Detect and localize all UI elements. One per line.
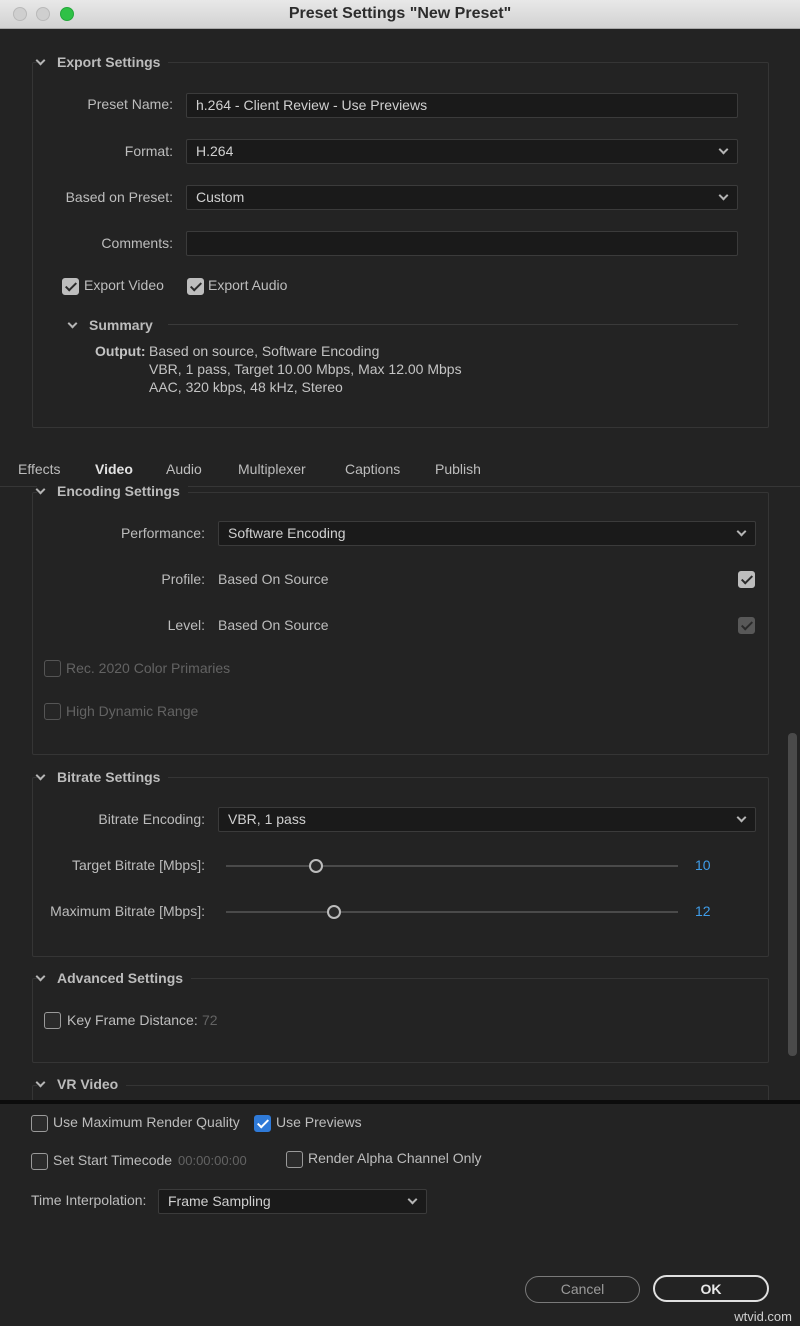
max-bitrate-value[interactable]: 12	[695, 903, 711, 919]
tab-captions[interactable]: Captions	[345, 461, 400, 477]
render-alpha-only-checkbox[interactable]	[286, 1151, 303, 1168]
chevron-down-icon	[719, 191, 729, 201]
hdr-checkbox[interactable]	[44, 703, 61, 720]
chevron-down-icon	[36, 972, 46, 982]
based-on-preset-dropdown[interactable]: Custom	[186, 185, 738, 210]
chevron-down-icon	[36, 771, 46, 781]
start-timecode-value[interactable]: 00:00:00:00	[178, 1153, 247, 1168]
tab-effects[interactable]: Effects	[18, 461, 61, 477]
use-previews-checkbox[interactable]	[254, 1115, 271, 1132]
chevron-down-icon	[36, 485, 46, 495]
tab-multiplexer[interactable]: Multiplexer	[238, 461, 306, 477]
time-interpolation-dropdown[interactable]: Frame Sampling	[158, 1189, 427, 1214]
ok-button[interactable]: OK	[653, 1275, 769, 1302]
time-interpolation-label: Time Interpolation:	[31, 1192, 146, 1208]
target-bitrate-label: Target Bitrate [Mbps]:	[40, 857, 205, 873]
title-bar: Preset Settings "New Preset"	[0, 0, 800, 29]
key-frame-distance-checkbox[interactable]	[44, 1012, 61, 1029]
level-value: Based On Source	[218, 617, 329, 633]
max-bitrate-label: Maximum Bitrate [Mbps]:	[40, 903, 205, 919]
set-start-timecode-label: Set Start Timecode	[53, 1152, 172, 1168]
use-previews-label: Use Previews	[276, 1114, 362, 1130]
format-dropdown[interactable]: H.264	[186, 139, 738, 164]
render-alpha-only-label: Render Alpha Channel Only	[308, 1150, 482, 1166]
bitrate-encoding-label: Bitrate Encoding:	[40, 811, 205, 827]
hdr-label: High Dynamic Range	[66, 703, 198, 719]
output-line: VBR, 1 pass, Target 10.00 Mbps, Max 12.0…	[149, 361, 462, 377]
export-audio-checkbox[interactable]	[187, 278, 204, 295]
summary-divider	[168, 324, 738, 325]
preset-name-label: Preset Name:	[40, 96, 173, 112]
comments-input[interactable]	[186, 231, 738, 256]
target-bitrate-value[interactable]: 10	[695, 857, 711, 873]
vr-video-header[interactable]: VR Video	[37, 1076, 126, 1092]
scrollbar-thumb[interactable]	[788, 733, 797, 1056]
output-label: Output:	[95, 343, 146, 359]
profile-checkbox[interactable]	[738, 571, 755, 588]
advanced-settings-header[interactable]: Advanced Settings	[37, 970, 191, 986]
based-on-preset-label: Based on Preset:	[40, 189, 173, 205]
set-start-timecode-checkbox[interactable]	[31, 1153, 48, 1170]
max-render-quality-label: Use Maximum Render Quality	[53, 1114, 240, 1130]
rec2020-label: Rec. 2020 Color Primaries	[66, 660, 230, 676]
preset-name-input[interactable]: h.264 - Client Review - Use Previews	[186, 93, 738, 118]
key-frame-distance-label: Key Frame Distance:	[67, 1012, 198, 1028]
export-settings-header[interactable]: Export Settings	[37, 54, 168, 70]
export-audio-label: Export Audio	[208, 277, 287, 293]
target-bitrate-slider[interactable]	[226, 865, 678, 867]
output-line: AAC, 320 kbps, 48 kHz, Stereo	[149, 379, 343, 395]
summary-header[interactable]: Summary	[69, 317, 161, 333]
tab-audio[interactable]: Audio	[166, 461, 202, 477]
chevron-down-icon	[68, 319, 78, 329]
chevron-down-icon	[737, 813, 747, 823]
encoding-settings-header[interactable]: Encoding Settings	[37, 483, 188, 499]
chevron-down-icon	[36, 1078, 46, 1088]
chevron-down-icon	[719, 145, 729, 155]
key-frame-distance-value[interactable]: 72	[202, 1012, 218, 1028]
level-label: Level:	[60, 617, 205, 633]
profile-label: Profile:	[60, 571, 205, 587]
tab-video[interactable]: Video	[95, 461, 133, 477]
chevron-down-icon	[737, 527, 747, 537]
rec2020-checkbox[interactable]	[44, 660, 61, 677]
export-video-label: Export Video	[84, 277, 164, 293]
window-title: Preset Settings "New Preset"	[0, 5, 800, 23]
output-line: Based on source, Software Encoding	[149, 343, 379, 359]
performance-label: Performance:	[60, 525, 205, 541]
profile-value: Based On Source	[218, 571, 329, 587]
tab-publish[interactable]: Publish	[435, 461, 481, 477]
cancel-button[interactable]: Cancel	[525, 1276, 640, 1303]
watermark: wtvid.com	[734, 1309, 792, 1324]
max-render-quality-checkbox[interactable]	[31, 1115, 48, 1132]
bitrate-settings-header[interactable]: Bitrate Settings	[37, 769, 168, 785]
comments-label: Comments:	[40, 235, 173, 251]
chevron-down-icon	[36, 56, 46, 66]
export-video-checkbox[interactable]	[62, 278, 79, 295]
max-bitrate-slider[interactable]	[226, 911, 678, 913]
level-checkbox[interactable]	[738, 617, 755, 634]
chevron-down-icon	[408, 1195, 418, 1205]
bitrate-encoding-dropdown[interactable]: VBR, 1 pass	[218, 807, 756, 832]
format-label: Format:	[40, 143, 173, 159]
performance-dropdown[interactable]: Software Encoding	[218, 521, 756, 546]
